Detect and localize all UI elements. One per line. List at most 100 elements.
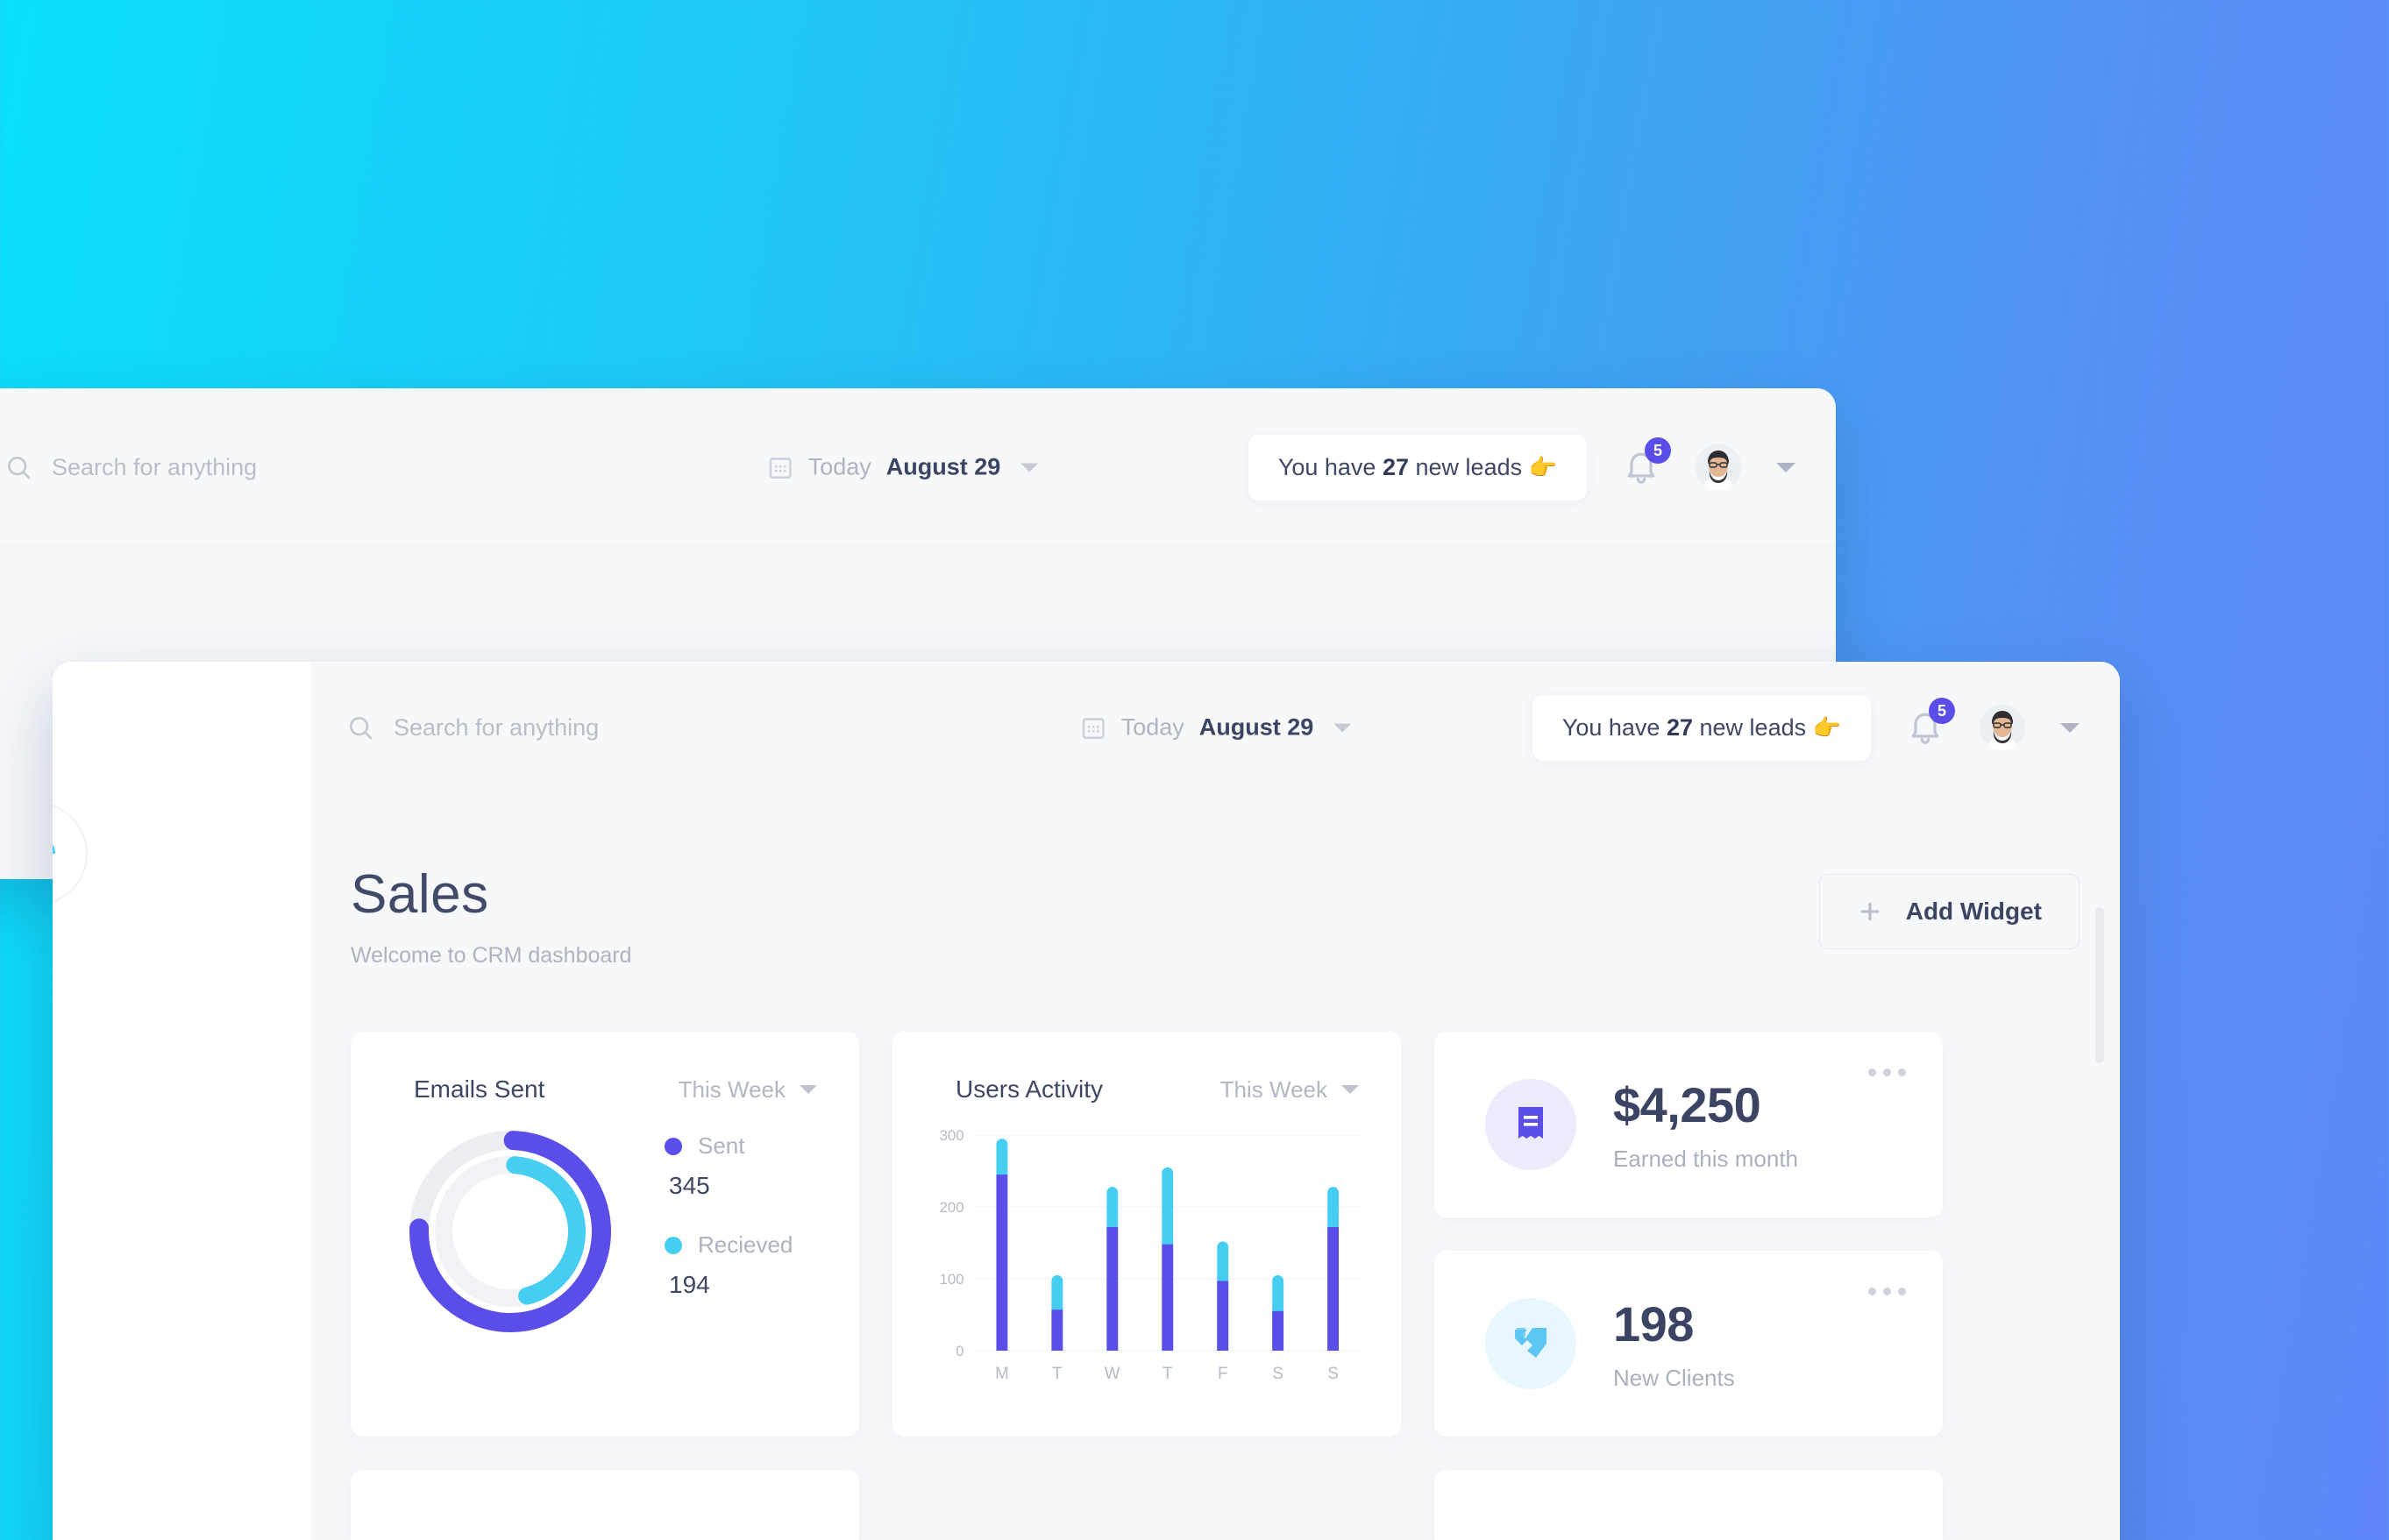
emails-sent-donut-chart — [409, 1131, 611, 1332]
emails-sent-period-selector[interactable]: This Week — [679, 1076, 817, 1104]
background-avatar[interactable] — [1696, 444, 1741, 490]
legend-label-recieved: Recieved — [698, 1231, 793, 1258]
new-clients-label: New Clients — [1613, 1365, 1735, 1391]
new-clients-more-options-button[interactable] — [1868, 1288, 1906, 1295]
date-value: August 29 — [1198, 713, 1314, 741]
search-box[interactable] — [346, 713, 837, 742]
leads-notice[interactable]: You have 27 new leads 👉 — [1532, 694, 1871, 761]
background-leads-prefix: You have — [1277, 453, 1376, 480]
date-prefix: Today — [1120, 713, 1184, 741]
emails-sent-period-label: This Week — [678, 1075, 786, 1103]
main-content: Today August 29 You have 27 new leads 👉 … — [311, 662, 2120, 1540]
leads-prefix: You have — [1561, 713, 1660, 741]
plus-icon — [1860, 902, 1879, 921]
search-icon — [7, 457, 31, 479]
new-clients-card: 198 New Clients — [1434, 1251, 1943, 1437]
bar-segment-sent — [1106, 1226, 1119, 1351]
earned-this-month-card: $4,250 Earned this month — [1434, 1032, 1943, 1217]
y-axis-tick: 0 — [956, 1343, 963, 1359]
background-search-box[interactable] — [4, 453, 495, 481]
pointing-right-emoji: 👉 — [1528, 453, 1557, 480]
vertical-scrollbar[interactable] — [2095, 793, 2104, 1540]
users-activity-bar-chart: 0 100 200 300 M T W T F S S — [940, 1127, 1362, 1383]
legend-dot-recieved — [665, 1236, 682, 1254]
users-activity-title: Users Activity — [956, 1075, 1104, 1103]
legend-item: Recieved 194 — [665, 1231, 793, 1299]
page-header: Sales Welcome to CRM dashboard Add Widge… — [311, 793, 2120, 969]
bar-segment-sent — [1162, 1244, 1174, 1351]
notification-badge: 5 — [1929, 698, 1955, 724]
x-axis-tick: T — [1052, 1365, 1063, 1383]
x-axis-tick: M — [995, 1365, 1009, 1383]
widget-card-partial — [351, 1470, 859, 1540]
background-leads-suffix: new leads — [1415, 453, 1523, 480]
emails-sent-card: Emails Sent This Week Sent 345 Recieved … — [351, 1032, 859, 1437]
earned-more-options-button[interactable] — [1868, 1068, 1906, 1076]
background-search-input[interactable] — [52, 453, 495, 481]
page-subtitle: Welcome to CRM dashboard — [351, 943, 632, 968]
topbar: Today August 29 You have 27 new leads 👉 … — [311, 662, 2120, 793]
y-axis-tick: 200 — [940, 1199, 964, 1216]
logo-mark-icon — [53, 834, 55, 873]
x-axis-tick: T — [1163, 1365, 1173, 1383]
legend-value-sent: 345 — [669, 1172, 710, 1199]
users-activity-card: Users Activity This Week 0 100 200 300 M T W T F… — [892, 1032, 1401, 1437]
avatar-chevron-down-icon[interactable] — [2060, 722, 2080, 733]
app-logo[interactable] — [53, 802, 88, 905]
users-activity-period-label: This Week — [1219, 1075, 1327, 1103]
widgets-grid-next-row — [311, 1437, 2120, 1540]
new-clients-icon-wrap — [1485, 1298, 1576, 1389]
x-axis-tick: W — [1105, 1365, 1120, 1383]
avatar[interactable] — [1980, 705, 2025, 750]
background-leads-count: 27 — [1382, 453, 1409, 480]
chevron-down-icon — [1020, 463, 1039, 472]
emails-sent-legend: Sent 345 Recieved 194 — [665, 1132, 793, 1331]
background-avatar-chevron-down-icon[interactable] — [1776, 462, 1795, 472]
background-date-value: August 29 — [885, 453, 1001, 480]
new-clients-value: 198 — [1613, 1296, 1694, 1352]
background-date-prefix: Today — [807, 453, 871, 480]
date-picker[interactable]: Today August 29 — [1080, 714, 1352, 742]
add-widget-label: Add Widget — [1905, 898, 2042, 925]
leads-count: 27 — [1666, 713, 1693, 741]
widgets-grid: Emails Sent This Week Sent 345 Recieved … — [311, 969, 2120, 1437]
bar-segment-sent — [1217, 1281, 1229, 1351]
calendar-icon — [769, 457, 792, 479]
x-axis-tick: F — [1218, 1365, 1227, 1383]
x-axis-tick: S — [1327, 1365, 1339, 1383]
widget-card-partial — [1434, 1470, 1943, 1540]
background-topbar: Today August 29 You have 27 new leads 👉 … — [0, 388, 1836, 546]
handshake-icon — [1515, 1328, 1546, 1358]
x-axis-tick: S — [1272, 1365, 1283, 1383]
legend-value-recieved: 194 — [669, 1271, 710, 1298]
earned-label: Earned this month — [1613, 1146, 1799, 1172]
leads-suffix: new leads — [1699, 713, 1807, 741]
search-input[interactable] — [394, 713, 837, 742]
scrollbar-thumb[interactable] — [2095, 907, 2104, 1063]
legend-item: Sent 345 — [665, 1132, 793, 1200]
background-notification-badge: 5 — [1645, 437, 1671, 464]
receipt-icon — [1518, 1107, 1543, 1139]
notifications-button[interactable]: 5 — [1906, 698, 1955, 749]
chevron-down-icon — [1333, 723, 1352, 732]
y-axis-tick: 100 — [940, 1271, 964, 1288]
background-leads-notice[interactable]: You have 27 new leads 👉 — [1248, 434, 1587, 500]
legend-dot-sent — [665, 1137, 682, 1155]
add-widget-button[interactable]: Add Widget — [1818, 874, 2080, 949]
bar-segment-sent — [1051, 1309, 1063, 1351]
pointing-right-emoji: 👉 — [1812, 713, 1841, 741]
bar-segment-sent — [1327, 1226, 1340, 1351]
legend-label-sent: Sent — [698, 1132, 745, 1159]
emails-sent-title: Emails Sent — [414, 1075, 545, 1103]
chevron-down-icon — [1341, 1085, 1359, 1094]
users-activity-period-selector[interactable]: This Week — [1220, 1076, 1359, 1104]
topbar-actions: You have 27 new leads 👉 5 — [1532, 694, 2080, 761]
earned-icon-wrap — [1485, 1079, 1576, 1170]
dashboard-window: Today August 29 You have 27 new leads 👉 … — [53, 662, 2120, 1540]
background-date-picker[interactable]: Today August 29 — [767, 454, 1039, 481]
y-axis-tick: 300 — [940, 1127, 964, 1144]
sidebar — [53, 662, 311, 1540]
chevron-down-icon — [800, 1085, 817, 1094]
background-notifications-button[interactable]: 5 — [1622, 437, 1671, 488]
bar-segment-sent — [996, 1175, 1008, 1351]
